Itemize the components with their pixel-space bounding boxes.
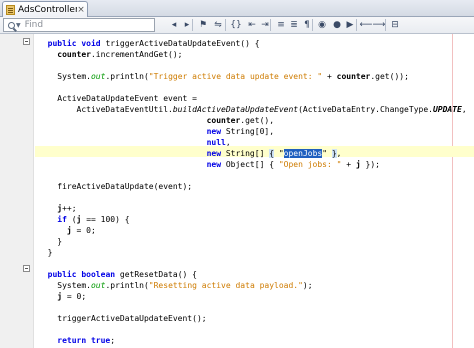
code-line: new String[] { "openJobs" },	[206, 149, 342, 158]
editor-tab[interactable]: AdsController.java ×	[2, 1, 88, 17]
code-line: j = 0;	[66, 226, 96, 235]
line-gutter	[0, 34, 34, 348]
fold-toggle-icon[interactable]	[23, 38, 30, 45]
uncomment-icon[interactable]: ≣	[288, 19, 300, 31]
selected-text: openJobs	[283, 149, 323, 158]
code-line: ActiveDataEventUtil.buildActiveDataUpdat…	[76, 105, 467, 114]
code-line: null,	[206, 138, 231, 147]
search-icon	[8, 21, 15, 29]
go-back-icon[interactable]: ◂	[168, 19, 180, 31]
code-editor[interactable]: public void triggerActiveDataUpdateEvent…	[0, 34, 474, 348]
toolbar-separator	[356, 19, 357, 31]
code-line: public void triggerActiveDataUpdateEvent…	[47, 39, 260, 48]
code-line: public boolean getResetData() {	[47, 270, 197, 279]
code-line: triggerActiveDataUpdateEvent();	[57, 314, 207, 323]
code-line: counter.get(),	[206, 116, 275, 125]
toolbar-separator	[312, 19, 313, 31]
code-line: new String[0],	[206, 127, 275, 136]
shift-left-icon[interactable]: ⇤	[246, 19, 258, 31]
editor-toolbar: ▼ ◂▸⚑⇋{}⇤⇥≡≣¶◉●▶⟵⟶⊟	[0, 17, 474, 34]
find-next-icon[interactable]: ⟶	[373, 19, 386, 31]
right-margin-line	[452, 34, 453, 348]
code-line: }	[47, 248, 53, 257]
find-input[interactable]	[20, 19, 145, 31]
java-file-icon	[6, 4, 15, 15]
code-line: counter.incrementAndGet();	[57, 50, 183, 59]
bookmark-icon[interactable]: ⚑	[197, 19, 209, 31]
code-line: System.out.println("Trigger active data …	[57, 72, 409, 81]
editor-tab-bar: AdsController.java ×	[0, 0, 474, 17]
diff-icon[interactable]: ⊟	[389, 19, 401, 31]
macro-play-icon[interactable]: ▶	[344, 19, 356, 31]
toolbar-separator	[192, 19, 193, 31]
toolbar-separator	[270, 19, 271, 31]
code-line: new Object[] { "Open jobs: " + j });	[206, 160, 380, 169]
fold-toggle-icon[interactable]	[23, 265, 30, 272]
code-area[interactable]: public void triggerActiveDataUpdateEvent…	[38, 34, 467, 345]
tab-label: AdsController.java	[18, 4, 77, 15]
find-selection-icon[interactable]: ⇋	[212, 19, 224, 31]
code-line: fireActiveDataUpdate(event);	[57, 182, 193, 191]
toggle-brackets-icon[interactable]: {}	[230, 19, 242, 31]
find-box[interactable]: ▼	[3, 18, 155, 32]
macro-record-icon[interactable]: ●	[331, 19, 343, 31]
close-icon[interactable]: ×	[77, 5, 85, 15]
code-line: j = 0;	[57, 292, 87, 301]
code-line: System.out.println("Resetting active dat…	[57, 281, 313, 290]
find-prev-icon[interactable]: ⟵	[360, 19, 373, 31]
code-line: if (j == 100) {	[57, 215, 130, 224]
code-line: return true;	[57, 336, 116, 345]
mark-occurrences-icon[interactable]: ◉	[316, 19, 328, 31]
code-line: ActiveDataUpdateEvent event =	[57, 94, 197, 103]
toolbar-separator	[225, 19, 226, 31]
comment-icon[interactable]: ≡	[275, 19, 287, 31]
toolbar-separator	[385, 19, 386, 31]
code-line: }	[57, 237, 63, 246]
code-line: j++;	[57, 204, 77, 213]
